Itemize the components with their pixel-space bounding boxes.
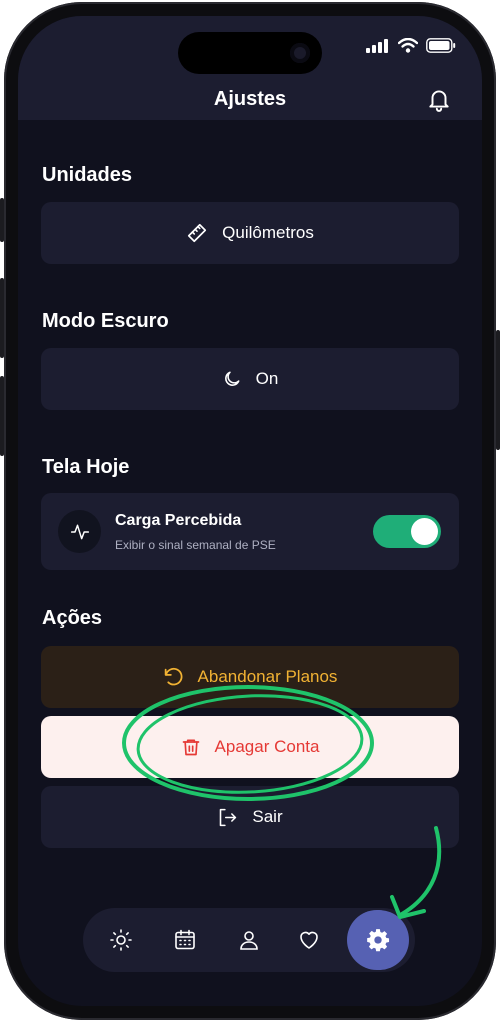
- activity-icon-wrap: [58, 510, 101, 553]
- perceived-load-setting: Carga Percebida Exibir o sinal semanal d…: [41, 493, 459, 570]
- activity-icon: [70, 524, 89, 539]
- page-title: Ajustes: [213, 88, 287, 110]
- nav-favorites[interactable]: [281, 908, 337, 972]
- delete-account-button[interactable]: Apagar Conta: [41, 716, 459, 778]
- bottom-navigation: [83, 908, 415, 972]
- nav-today[interactable]: [93, 908, 149, 972]
- units-section-title: Unidades: [42, 164, 133, 186]
- logout-button[interactable]: Sair: [41, 786, 459, 848]
- dark-mode-button[interactable]: On: [41, 348, 459, 410]
- units-value: Quilômetros: [222, 223, 314, 242]
- phone-volume-down: [0, 376, 4, 456]
- perceived-load-toggle[interactable]: [373, 515, 441, 548]
- phone-side-button: [0, 198, 4, 242]
- dynamic-island: [178, 32, 322, 74]
- abandon-plans-button[interactable]: Abandonar Planos: [41, 646, 459, 708]
- camera-icon: [290, 43, 310, 63]
- bell-icon: [429, 90, 449, 112]
- ruler-icon: [188, 223, 207, 243]
- units-button[interactable]: Quilômetros: [41, 202, 459, 264]
- nav-settings[interactable]: [347, 910, 409, 970]
- dark-mode-value: On: [255, 369, 279, 388]
- heart-icon: [300, 931, 318, 949]
- logout-label: Sair: [252, 807, 283, 826]
- sun-icon: [110, 929, 132, 951]
- nav-profile[interactable]: [221, 908, 277, 972]
- dark-mode-section-title: Modo Escuro: [42, 310, 169, 332]
- wifi-icon: [398, 38, 418, 53]
- signal-icon: [366, 38, 388, 53]
- trash-icon: [182, 739, 199, 756]
- profile-icon: [240, 931, 258, 950]
- phone-volume-up: [0, 278, 4, 358]
- phone-power-button: [496, 330, 500, 450]
- nav-calendar[interactable]: [157, 908, 213, 972]
- perceived-load-label: Carga Percebida: [115, 512, 242, 529]
- calendar-icon: [175, 929, 195, 950]
- actions-section-title: Ações: [42, 607, 103, 629]
- logout-icon: [220, 808, 237, 826]
- today-screen-section-title: Tela Hoje: [42, 456, 130, 478]
- delete-account-label: Apagar Conta: [214, 737, 320, 756]
- moon-icon: [224, 371, 240, 386]
- rotate-ccw-icon: [164, 667, 183, 685]
- toggle-knob: [411, 518, 438, 545]
- perceived-load-description: Exibir o sinal semanal de PSE: [115, 538, 276, 552]
- status-bar: [366, 38, 456, 53]
- abandon-plans-label: Abandonar Planos: [197, 667, 338, 686]
- battery-icon: [426, 38, 456, 53]
- app-screen: Ajustes Unidades Quilômetros Modo Escuro…: [18, 16, 482, 1006]
- settings-icon: [367, 929, 390, 952]
- notifications-button[interactable]: [426, 86, 452, 117]
